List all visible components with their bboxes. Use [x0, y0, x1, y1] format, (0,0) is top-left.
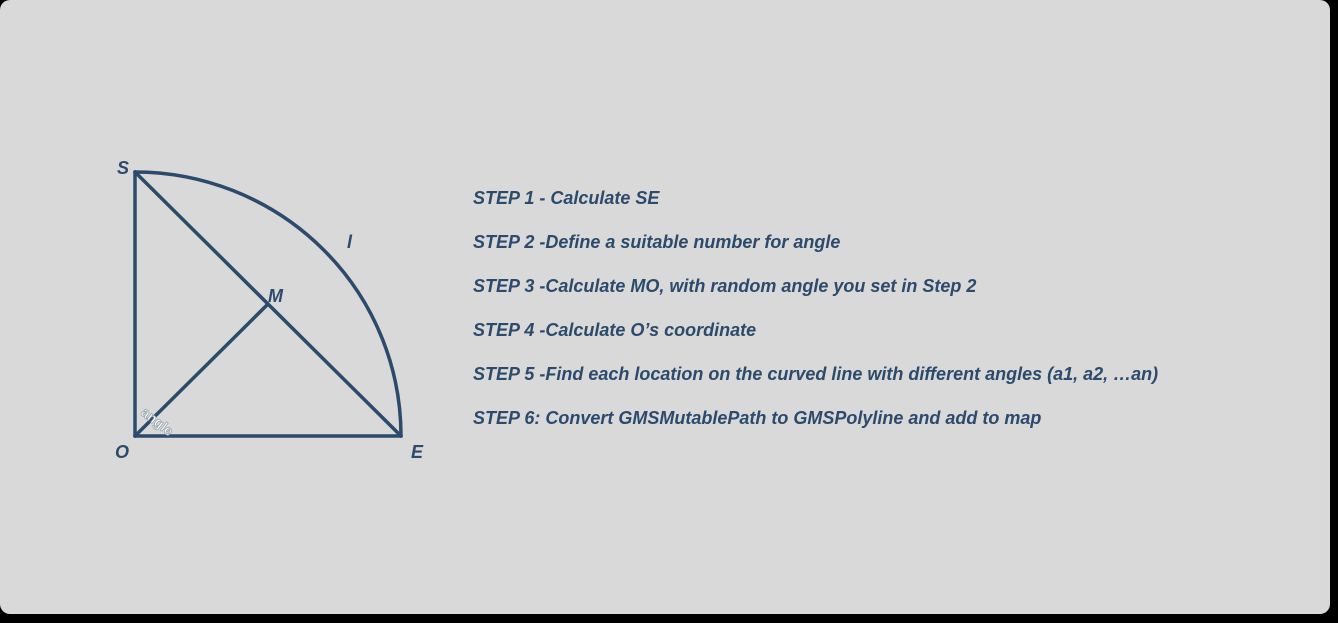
point-label-e: E	[411, 442, 424, 462]
step-item-4: STEP 4 -Calculate O’s coordinate	[473, 320, 757, 340]
angle-label: angle	[138, 404, 177, 439]
canvas-card: S M l O E angle STEP 1 - Calculate SE ST…	[0, 0, 1330, 614]
step-item-5: STEP 5 -Find each location on the curved…	[473, 364, 1159, 384]
point-label-arc: l	[347, 232, 353, 252]
step-item-6: STEP 6: Convert GMSMutablePath to GMSPol…	[473, 408, 1042, 428]
point-label-s: S	[117, 158, 129, 178]
point-label-o: O	[115, 442, 129, 462]
point-label-m: M	[268, 286, 284, 306]
geometry-diagram: S M l O E angle	[115, 158, 424, 462]
step-item-1: STEP 1 - Calculate SE	[473, 188, 660, 208]
step-item-3: STEP 3 -Calculate MO, with random angle …	[473, 276, 977, 296]
steps-list: STEP 1 - Calculate SE STEP 2 -Define a s…	[473, 186, 1158, 450]
step-item-2: STEP 2 -Define a suitable number for ang…	[473, 232, 841, 252]
